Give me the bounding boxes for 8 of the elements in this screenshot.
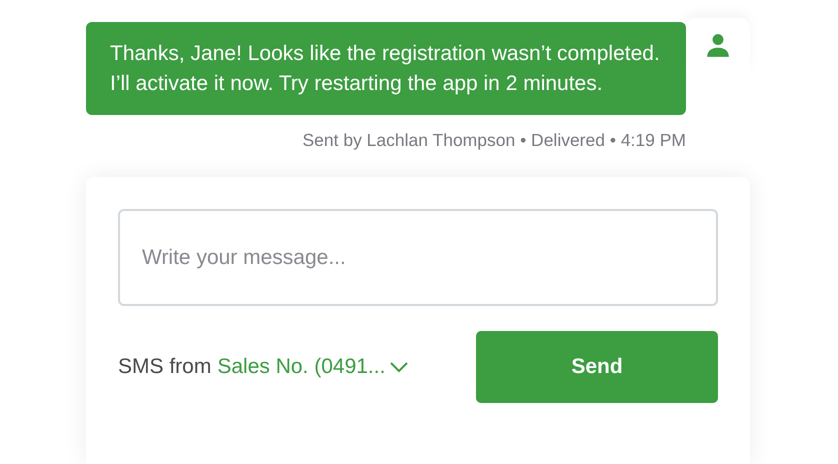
chevron-down-icon — [389, 361, 410, 373]
message-status: Sent by Lachlan Thompson • Delivered • 4:19 PM — [301, 130, 686, 151]
send-button[interactable]: Send — [476, 331, 718, 403]
message-bubble: Thanks, Jane! Looks like the registration wasn’t completed. I’ll activate it now. Try restarting the app in 2 minutes. — [86, 22, 686, 115]
person-icon — [705, 32, 731, 58]
message-input[interactable]: Write your message... — [118, 209, 718, 306]
sender-label: SMS from — [118, 355, 212, 379]
sender-dropdown[interactable]: Sales No. (0491... — [217, 355, 410, 379]
